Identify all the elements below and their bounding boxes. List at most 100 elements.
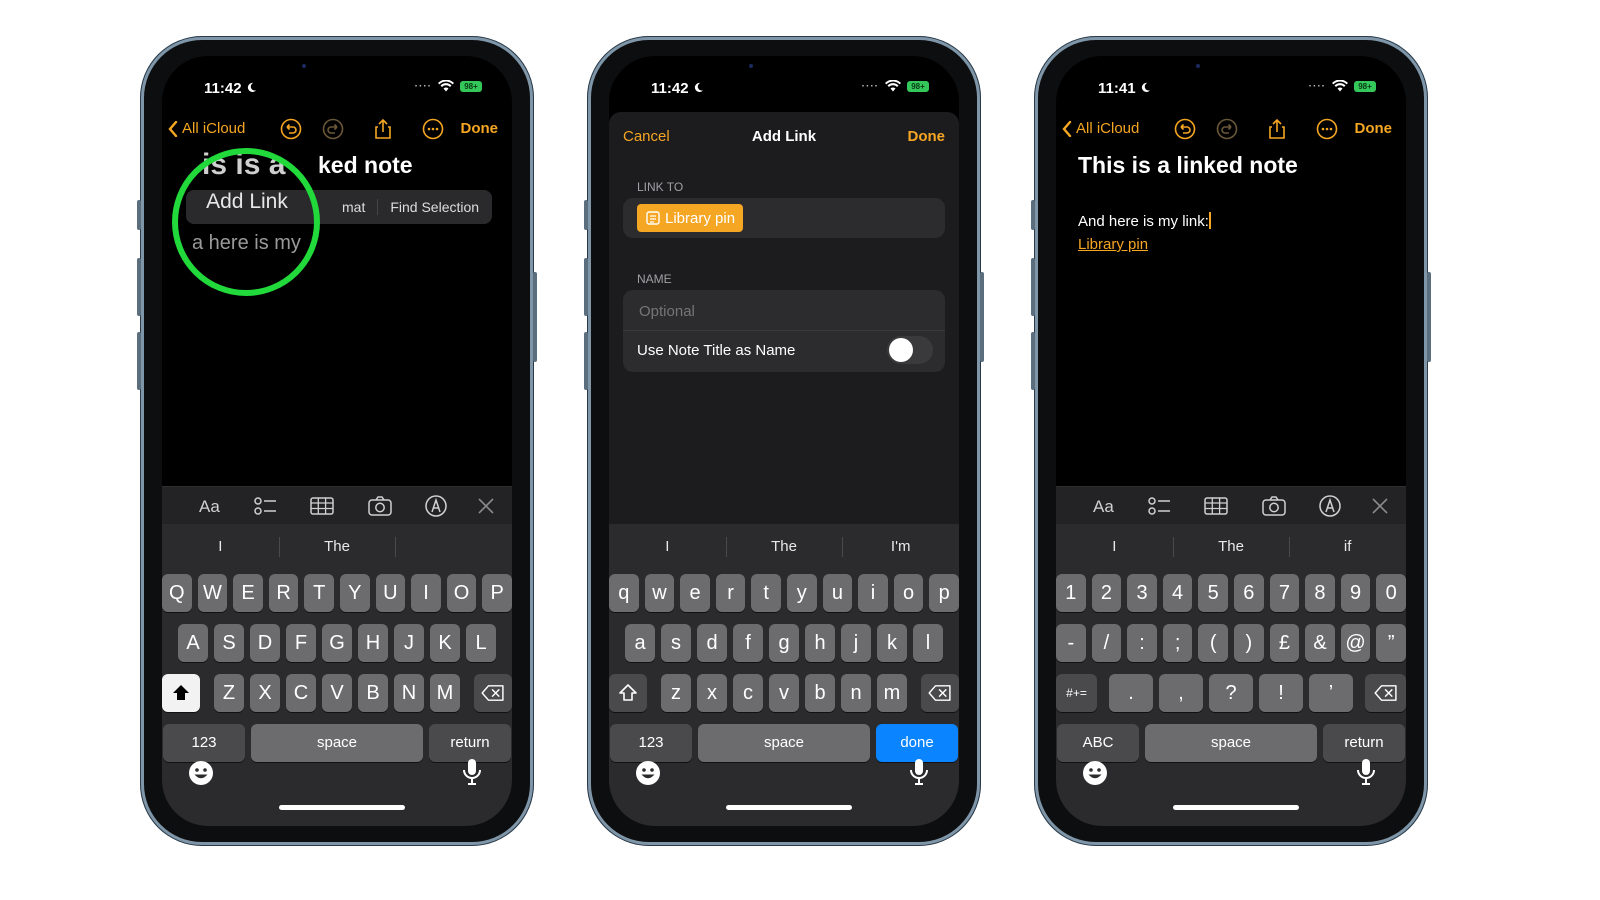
key[interactable]: v (769, 674, 799, 712)
prediction-2[interactable]: The (278, 526, 396, 568)
key[interactable]: . (1109, 674, 1153, 712)
redo-icon[interactable] (322, 118, 344, 140)
key[interactable]: U (375, 574, 406, 612)
key[interactable]: A (178, 624, 208, 662)
key[interactable]: g (769, 624, 799, 662)
key[interactable]: T (304, 574, 334, 612)
sheet-done-button[interactable]: Done (908, 128, 946, 145)
key[interactable]: ” (1376, 624, 1406, 662)
prediction-3[interactable]: if (1289, 526, 1406, 568)
key[interactable]: 8 (1305, 574, 1335, 612)
space-key[interactable]: space (1145, 724, 1317, 762)
key[interactable]: P (482, 574, 512, 612)
back-button[interactable]: All iCloud (1062, 120, 1139, 137)
key[interactable]: m (877, 674, 907, 712)
return-key[interactable]: return (429, 724, 511, 762)
note-body[interactable]: And here is my link: (1078, 212, 1211, 230)
undo-icon[interactable] (1174, 118, 1196, 140)
numbers-key[interactable]: 123 (163, 724, 245, 762)
key[interactable]: ( (1198, 624, 1228, 662)
key[interactable]: G (322, 624, 352, 662)
done-button[interactable]: Done (1355, 120, 1393, 137)
key[interactable]: f (733, 624, 763, 662)
key[interactable]: W (197, 574, 228, 612)
back-button[interactable]: All iCloud (168, 120, 245, 137)
key[interactable]: ’ (1309, 674, 1353, 712)
note-link[interactable]: Library pin (1078, 236, 1148, 253)
table-icon[interactable] (1204, 495, 1228, 517)
key[interactable]: E (233, 574, 263, 612)
key[interactable]: I (411, 574, 441, 612)
emoji-icon[interactable] (635, 760, 661, 786)
key[interactable]: @ (1340, 624, 1371, 662)
key[interactable]: 2 (1091, 574, 1122, 612)
key[interactable]: s (661, 624, 691, 662)
checklist-icon[interactable] (1148, 495, 1172, 517)
key[interactable]: X (250, 674, 280, 712)
key[interactable]: £ (1269, 624, 1300, 662)
key[interactable]: l (913, 624, 943, 662)
key[interactable]: B (358, 674, 388, 712)
key[interactable]: 3 (1127, 574, 1157, 612)
format-menu-item[interactable]: mat (330, 199, 377, 215)
key[interactable]: 1 (1056, 574, 1086, 612)
key[interactable]: 4 (1162, 574, 1193, 612)
letters-key[interactable]: ABC (1057, 724, 1139, 762)
emoji-icon[interactable] (188, 760, 214, 786)
microphone-icon[interactable] (1356, 758, 1376, 786)
done-button[interactable]: Done (461, 120, 499, 137)
shift-key[interactable] (609, 674, 647, 712)
key[interactable]: S (214, 624, 244, 662)
key[interactable]: e (680, 574, 710, 612)
find-selection-menu-item[interactable]: Find Selection (377, 199, 491, 215)
key[interactable]: Y (340, 574, 370, 612)
prediction-3[interactable] (395, 526, 512, 568)
key[interactable]: N (394, 674, 424, 712)
key[interactable]: 5 (1198, 574, 1228, 612)
symbols-key[interactable]: #+= (1056, 674, 1097, 712)
key[interactable]: b (805, 674, 835, 712)
key[interactable]: i (858, 574, 888, 612)
home-indicator[interactable] (1173, 805, 1299, 810)
more-icon[interactable] (422, 118, 444, 140)
home-indicator[interactable] (726, 805, 852, 810)
key[interactable]: q (609, 574, 639, 612)
use-title-toggle[interactable] (887, 336, 933, 364)
camera-icon[interactable] (1262, 495, 1286, 517)
key[interactable]: 0 (1376, 574, 1406, 612)
key[interactable]: O (446, 574, 477, 612)
table-icon[interactable] (310, 495, 334, 517)
prediction-2[interactable]: The (1172, 526, 1290, 568)
text-format-icon[interactable] (198, 495, 222, 517)
key[interactable]: : (1127, 624, 1157, 662)
close-icon[interactable] (474, 495, 498, 517)
key[interactable]: & (1305, 624, 1335, 662)
home-indicator[interactable] (279, 805, 405, 810)
key[interactable]: t (751, 574, 781, 612)
key[interactable]: w (644, 574, 675, 612)
numbers-key[interactable]: 123 (610, 724, 692, 762)
link-target-chip[interactable]: Library pin (637, 204, 744, 232)
prediction-1[interactable]: I (1056, 526, 1173, 568)
markup-icon[interactable] (424, 495, 448, 517)
key[interactable]: 7 (1269, 574, 1300, 612)
key[interactable]: n (841, 674, 871, 712)
camera-icon[interactable] (368, 495, 392, 517)
microphone-icon[interactable] (462, 758, 482, 786)
key[interactable]: H (358, 624, 388, 662)
emoji-icon[interactable] (1082, 760, 1108, 786)
key[interactable]: ! (1259, 674, 1303, 712)
key[interactable]: u (822, 574, 853, 612)
key[interactable]: / (1091, 624, 1122, 662)
markup-icon[interactable] (1318, 495, 1342, 517)
key[interactable]: V (322, 674, 352, 712)
link-to-field[interactable]: Library pin (623, 198, 945, 238)
key[interactable]: M (430, 674, 460, 712)
name-input[interactable] (637, 298, 941, 324)
share-icon[interactable] (1266, 118, 1288, 140)
key[interactable]: Q (162, 574, 192, 612)
redo-icon[interactable] (1216, 118, 1238, 140)
key[interactable]: R (268, 574, 299, 612)
shift-key[interactable] (162, 674, 200, 712)
key[interactable]: y (787, 574, 817, 612)
